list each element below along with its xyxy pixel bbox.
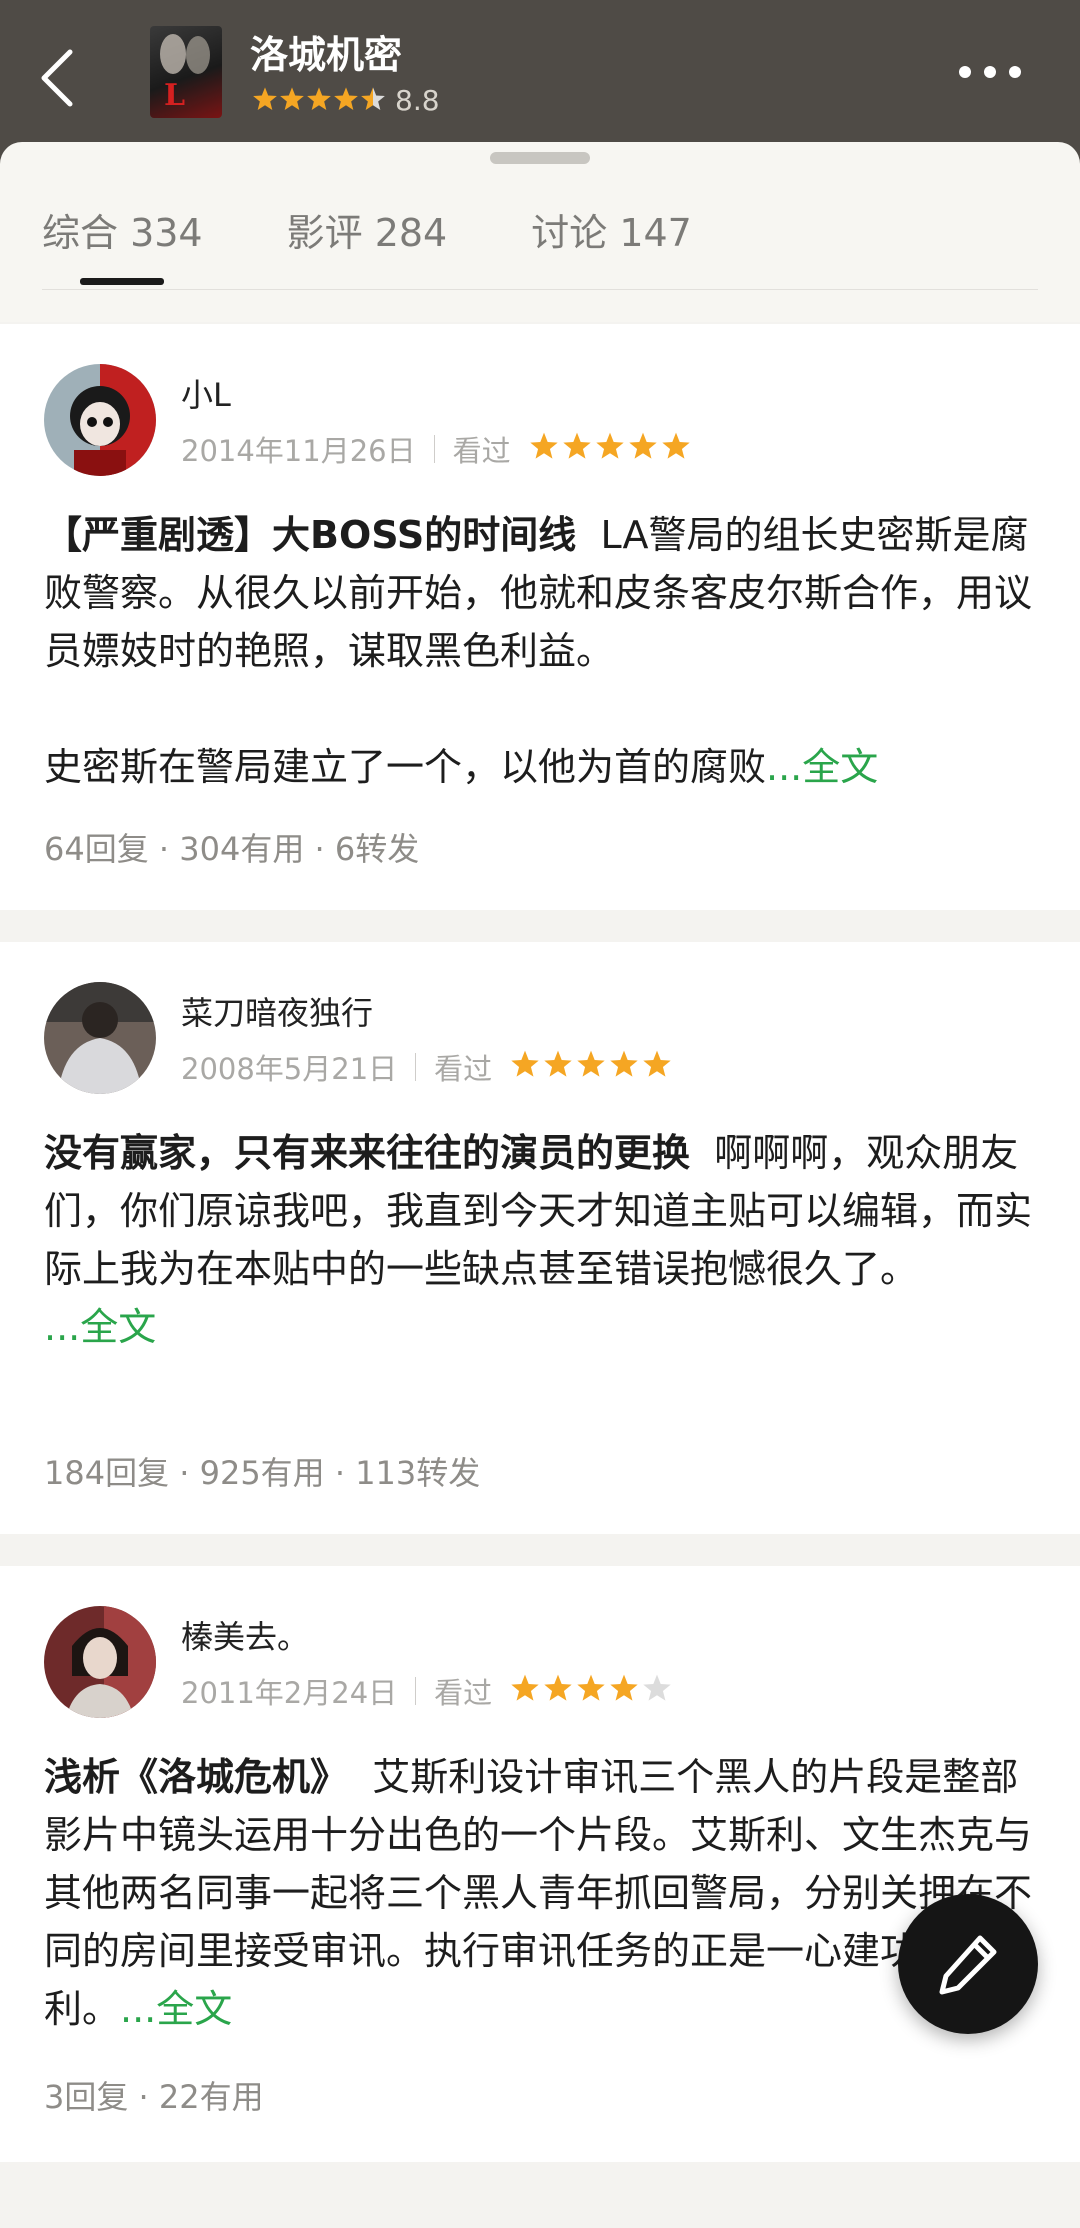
tab-bar: 综合 334 影评 284 讨论 147 [42,202,776,257]
star-icon [562,432,591,459]
star-icon [361,86,385,110]
watch-status: 看过 [452,434,511,468]
star-icon [529,432,558,459]
movie-rating: 8.8 [252,84,440,117]
review-date: 2008年5月21日 [181,1052,398,1086]
review-excerpt-2: 史密斯在警局建立了一个，以他为首的腐败 [44,745,767,789]
avatar[interactable] [44,982,156,1094]
author-name[interactable]: 榛美去。 [181,1612,309,1658]
star-icon [610,1674,638,1701]
review-title: 【严重剧透】大BOSS的时间线 [44,513,577,557]
rating-stars [252,86,387,116]
star-icon [253,86,277,110]
review-stats: 3回复 · 22有用 [44,2078,264,2116]
movie-title: 洛城机密 [250,33,403,77]
star-icon [544,1674,572,1701]
review-card[interactable]: 菜刀暗夜独行 2008年5月21日 看过 没有赢家，只有来来往往的演员的更换 啊… [0,942,1080,1534]
review-date: 2011年2月24日 [181,1676,398,1710]
drag-handle[interactable] [490,152,590,164]
rating-score: 8.8 [395,84,440,117]
read-more-link[interactable]: ...全文 [44,1305,156,1349]
pencil-icon [939,1935,997,1995]
watch-status: 看过 [434,1676,493,1710]
avatar[interactable] [44,1606,156,1718]
tab-reviews[interactable]: 影评 284 [287,202,448,257]
star-icon [511,1050,539,1077]
movie-poster-thumbnail[interactable]: L [150,26,222,118]
review-meta: 2008年5月21日 看过 [181,1046,675,1088]
star-icon [643,1050,671,1077]
star-icon [334,86,358,110]
star-icon [307,86,331,110]
avatar[interactable] [44,364,156,476]
star-icon [643,1674,671,1701]
review-card[interactable]: 小L 2014年11月26日 看过 【严重剧透】大BOSS的时间线 LA警局的组… [0,324,1080,910]
write-review-button[interactable] [898,1894,1038,2034]
star-icon [628,432,657,459]
read-more-link[interactable]: ...全文 [120,1987,232,2031]
review-stats: 184回复 · 925有用 · 113转发 [44,1454,481,1492]
active-tab-indicator [80,278,164,285]
review-meta: 2011年2月24日 看过 [181,1670,675,1712]
review-stars [510,1673,675,1710]
tab-discussions[interactable]: 讨论 147 [531,202,692,257]
star-icon [577,1050,605,1077]
review-content[interactable]: 没有赢家，只有来来往往的演员的更换 啊啊啊，观众朋友们，你们原谅我吧，我直到今天… [44,1124,1034,1356]
review-stars [510,1049,675,1086]
star-icon [280,86,304,110]
review-meta: 2014年11月26日 看过 [181,428,694,470]
review-card[interactable]: 榛美去。 2011年2月24日 看过 浅析《洛城危机》 艾斯利设计审讯三个黑人的… [0,1566,1080,2162]
star-icon [661,432,690,459]
more-options-button[interactable] [955,62,1025,82]
star-icon [511,1674,539,1701]
read-more-link[interactable]: ...全文 [766,745,878,789]
author-name[interactable]: 菜刀暗夜独行 [181,988,373,1034]
review-content[interactable]: 浅析《洛城危机》 艾斯利设计审讯三个黑人的片段是整部影片中镜头运用十分出色的一个… [44,1748,1034,2038]
more-dots-icon [959,66,1021,78]
review-stars [529,431,694,468]
review-sheet-header: 综合 334 影评 284 讨论 147 [0,142,1080,322]
star-icon [595,432,624,459]
star-icon [610,1050,638,1077]
tab-overall[interactable]: 综合 334 [42,202,203,257]
chevron-left-icon [41,49,73,107]
star-icon [577,1674,605,1701]
star-icon [544,1050,572,1077]
review-stats: 64回复 · 304有用 · 6转发 [44,830,420,868]
review-title: 没有赢家，只有来来往往的演员的更换 [44,1131,691,1175]
back-button[interactable] [30,40,90,110]
watch-status: 看过 [434,1052,493,1086]
divider [42,289,1038,290]
review-title: 浅析《洛城危机》 [44,1755,349,1799]
review-content[interactable]: 【严重剧透】大BOSS的时间线 LA警局的组长史密斯是腐败警察。从很久以前开始，… [44,506,1034,796]
review-date: 2014年11月26日 [181,434,416,468]
author-name[interactable]: 小L [181,370,231,416]
